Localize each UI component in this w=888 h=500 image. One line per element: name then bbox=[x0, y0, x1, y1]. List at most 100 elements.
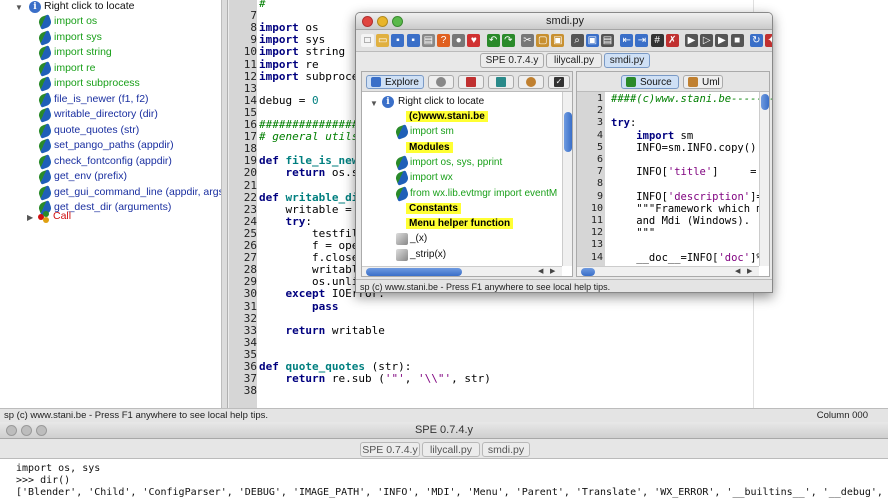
scroll-right-icon[interactable]: ▶ bbox=[550, 267, 555, 275]
tab-browser[interactable] bbox=[428, 75, 454, 89]
tree-item[interactable]: quote_quotes (str) bbox=[54, 123, 139, 138]
explore-item[interactable]: import sm bbox=[410, 124, 454, 139]
tab-check[interactable]: ✓ bbox=[548, 75, 570, 89]
tree-item[interactable]: get_dest_dir (arguments) bbox=[54, 200, 171, 215]
scroll-thumb[interactable] bbox=[366, 268, 462, 276]
source-code-line[interactable]: INFO['title'] = I bbox=[611, 166, 769, 178]
expand-triangle-icon[interactable]: ▼ bbox=[370, 99, 378, 108]
close-window-icon[interactable] bbox=[6, 425, 17, 436]
tab-smdi[interactable]: smdi.py bbox=[482, 442, 530, 457]
code-line[interactable]: return writable bbox=[259, 324, 385, 337]
explore-item[interactable]: import wx bbox=[410, 170, 453, 185]
code-line[interactable]: # general utils bbox=[259, 131, 358, 143]
shell-console[interactable]: import os, sys >>> dir() ['Blender', 'Chil… bbox=[0, 459, 888, 500]
tree-item[interactable]: writable_directory (dir) bbox=[54, 107, 158, 122]
open-file-icon[interactable]: ▭ bbox=[376, 34, 390, 47]
save-all-icon[interactable]: ▪ bbox=[406, 34, 420, 47]
explore-item[interactable]: Modules bbox=[406, 140, 453, 155]
stop-icon[interactable]: ■ bbox=[730, 34, 744, 47]
splitter-handle[interactable] bbox=[222, 0, 228, 408]
source-code-line[interactable]: import sm bbox=[611, 130, 693, 142]
code-line[interactable]: return re.sub ('"', '\\"', str) bbox=[259, 373, 491, 385]
dedent-icon[interactable]: ⇥ bbox=[635, 34, 649, 47]
explore-item[interactable]: _(x) bbox=[410, 231, 427, 246]
bottom-window-titlebar[interactable]: SPE 0.7.4.y bbox=[0, 422, 888, 439]
explore-item[interactable]: import os, sys, pprint bbox=[410, 155, 502, 170]
explore-vertical-scrollbar[interactable] bbox=[562, 92, 572, 266]
source-code-line[interactable]: __doc__=INFO['doc']%I bbox=[611, 252, 769, 264]
help-icon[interactable]: ? bbox=[437, 34, 450, 47]
tree-item[interactable]: import re bbox=[54, 61, 95, 76]
source-code-line[interactable]: ####(c)www.stani.be------- bbox=[611, 93, 772, 105]
undo-icon[interactable]: ↶ bbox=[486, 34, 500, 47]
redo-icon[interactable]: ↷ bbox=[501, 34, 515, 47]
tree-call-label[interactable]: Call bbox=[53, 209, 71, 224]
tab-notes[interactable] bbox=[518, 75, 544, 89]
comment-icon[interactable]: # bbox=[650, 34, 664, 47]
tab-uml[interactable]: Uml bbox=[683, 75, 723, 89]
code-line[interactable]: try: bbox=[259, 215, 313, 228]
explore-item[interactable]: _strip(x) bbox=[410, 247, 446, 262]
tab-index[interactable] bbox=[488, 75, 514, 89]
tab-explore[interactable]: Explore bbox=[366, 75, 424, 89]
source-code-line[interactable]: and Mdi (Windows). bbox=[611, 215, 750, 227]
tree-item[interactable]: set_pango_paths (appdir) bbox=[54, 138, 174, 153]
scroll-left-icon[interactable]: ◀ bbox=[735, 267, 740, 275]
explore-root-label[interactable]: Right click to locate bbox=[398, 94, 484, 109]
tab-spe[interactable]: SPE 0.7.4.y bbox=[360, 442, 420, 457]
tab-source[interactable]: Source bbox=[621, 75, 679, 89]
expand-triangle-icon[interactable]: ▼ bbox=[15, 3, 23, 12]
source-code-line[interactable]: """ bbox=[611, 227, 655, 239]
code-line[interactable]: writable = 0 bbox=[259, 203, 364, 216]
zoom-window-icon[interactable] bbox=[36, 425, 47, 436]
indent-icon[interactable]: ⇤ bbox=[620, 34, 634, 47]
explore-item[interactable]: from wx.lib.evtmgr import eventM bbox=[410, 186, 557, 201]
tree-item[interactable]: import string bbox=[54, 45, 112, 60]
minimize-window-icon[interactable] bbox=[21, 425, 32, 436]
tree-item[interactable]: import os bbox=[54, 14, 97, 29]
code-line[interactable]: pass bbox=[259, 300, 339, 313]
explore-item[interactable]: (c)www.stani.be bbox=[406, 109, 488, 124]
tab-smdi[interactable]: smdi.py bbox=[604, 53, 650, 68]
source-code-line[interactable]: """Framework which mo bbox=[611, 203, 769, 215]
minimize-window-icon[interactable] bbox=[377, 16, 388, 27]
favorite-icon[interactable]: ♥ bbox=[467, 34, 481, 47]
find-icon[interactable]: ⌕ bbox=[570, 34, 584, 47]
source-code-line[interactable]: try: bbox=[611, 117, 636, 129]
copy-icon[interactable]: ▢ bbox=[536, 34, 550, 47]
step-icon[interactable]: ▶ bbox=[715, 34, 729, 47]
run-icon[interactable]: ▶ bbox=[685, 34, 698, 47]
scroll-thumb[interactable] bbox=[564, 112, 572, 152]
print-icon[interactable]: ▤ bbox=[421, 34, 435, 47]
tab-todo[interactable] bbox=[458, 75, 484, 89]
goto-line-icon[interactable]: ▤ bbox=[601, 34, 614, 47]
save-icon[interactable]: ▪ bbox=[391, 34, 405, 47]
preferences-icon[interactable]: ● bbox=[452, 34, 466, 47]
explore-item[interactable]: Menu helper function bbox=[406, 216, 514, 231]
scroll-thumb[interactable] bbox=[581, 268, 595, 276]
tree-item[interactable]: import sys bbox=[54, 30, 102, 45]
tree-item[interactable]: get_gui_command_line (appdir, args) bbox=[54, 185, 221, 200]
source-horizontal-scrollbar[interactable]: ◀ ▶ bbox=[577, 266, 759, 276]
new-file-icon[interactable]: □ bbox=[361, 34, 374, 47]
source-vertical-scrollbar[interactable] bbox=[759, 92, 769, 266]
scroll-left-icon[interactable]: ◀ bbox=[538, 267, 543, 275]
tab-spe[interactable]: SPE 0.7.4.y bbox=[480, 53, 544, 68]
uncomment-icon[interactable]: ✗ bbox=[665, 34, 679, 47]
source-code-line[interactable]: INFO['description']=" bbox=[611, 191, 769, 203]
explore-item[interactable]: Constants bbox=[406, 201, 461, 216]
paste-icon[interactable]: ▣ bbox=[551, 34, 565, 47]
cut-icon[interactable]: ✂ bbox=[521, 34, 534, 47]
tree-item[interactable]: import subprocess bbox=[54, 76, 140, 91]
scroll-right-icon[interactable]: ▶ bbox=[747, 267, 752, 275]
tree-root-label[interactable]: Right click to locate bbox=[44, 0, 134, 14]
find-next-icon[interactable]: ▣ bbox=[585, 34, 599, 47]
tab-lilycall[interactable]: lilycall.py bbox=[422, 442, 480, 457]
code-line[interactable]: debug = 0 bbox=[259, 94, 319, 107]
explore-horizontal-scrollbar[interactable]: ◀ ▶ bbox=[362, 266, 562, 276]
collapse-triangle-icon[interactable]: ▶ bbox=[27, 213, 33, 222]
code-line[interactable]: return os.st bbox=[259, 167, 366, 179]
debug-icon[interactable]: ▷ bbox=[700, 34, 714, 47]
scroll-thumb[interactable] bbox=[761, 94, 769, 110]
tree-item[interactable]: check_fontconfig (appdir) bbox=[54, 154, 172, 169]
